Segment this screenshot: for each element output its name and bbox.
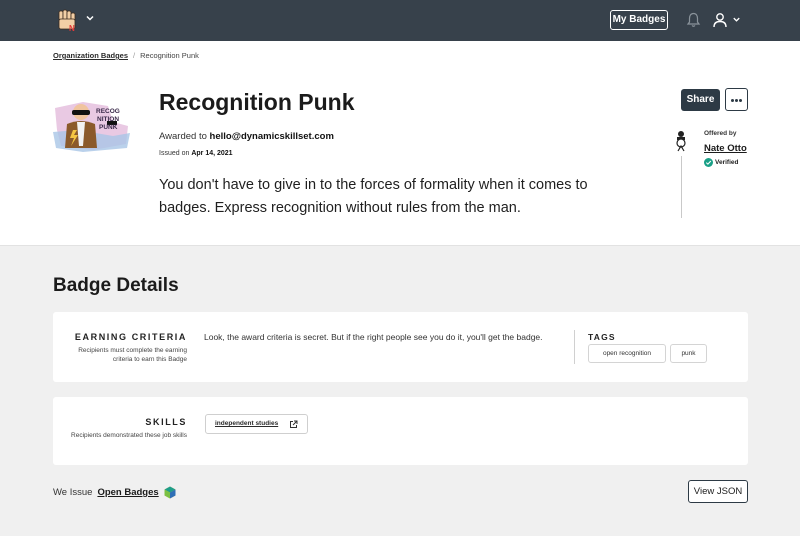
bell-icon[interactable] [686,12,701,28]
offered-by-label: Offered by [704,130,737,137]
more-dot-icon [739,99,742,102]
external-link-icon [290,420,298,428]
issuer-avatar-icon [676,131,686,152]
open-badges-logo-icon [164,486,176,499]
chevron-down-icon[interactable] [732,15,741,24]
open-badges-link[interactable]: Open Badges [97,487,158,498]
badge-image: RECOG NITION PUNK [53,102,130,152]
breadcrumb: Organization Badges / Recognition Punk [53,51,199,60]
badge-image-text-3: PUNK [99,124,118,131]
breadcrumb-current: Recognition Punk [140,51,199,60]
breadcrumb-organization-badges[interactable]: Organization Badges [53,51,128,60]
svg-text:N: N [69,24,75,33]
view-json-button[interactable]: View JSON [688,480,748,503]
skill-independent-studies-link[interactable]: independent studies [205,414,308,434]
tag-punk[interactable]: punk [670,344,707,363]
user-icon[interactable] [712,12,728,28]
awarded-prefix: Awarded to [159,131,210,142]
badge-details-heading: Badge Details [53,275,179,296]
tag-open-recognition[interactable]: open recognition [588,344,666,363]
issued-on: Issued on Apr 14, 2021 [159,150,233,157]
badge-title: Recognition Punk [159,89,355,115]
awarded-to: Awarded to hello@dynamicskillset.com [159,131,334,142]
breadcrumb-separator: / [133,51,136,60]
more-dot-icon [731,99,734,102]
issued-prefix: Issued on [159,150,192,157]
recipient-email: hello@dynamicskillset.com [209,131,334,142]
chevron-down-icon[interactable] [85,13,95,23]
we-issue-label: We Issue [53,487,93,498]
earning-criteria-label: EARNING CRITERIA [74,332,187,342]
badge-image-text-2: NITION [97,116,119,123]
issuer-divider [681,156,682,218]
earning-criteria-text: Look, the award criteria is secret. But … [204,332,543,342]
skills-subtext: Recipients demonstrated these job skills [71,432,187,439]
badge-image-text-1: RECOG [96,108,120,115]
verified-status: Verified [704,158,738,167]
share-button[interactable]: Share [681,89,720,111]
fist-logo-icon[interactable]: N [56,9,78,33]
skills-card: SKILLS Recipients demonstrated these job… [53,397,748,465]
earning-criteria-subtext: Recipients must complete the earning cri… [78,347,187,363]
earning-criteria-card: EARNING CRITERIA Recipients must complet… [53,312,748,382]
tags-label: TAGS [588,332,616,342]
more-options-button[interactable] [725,88,748,111]
issuer-name-link[interactable]: Nate Otto [704,143,747,154]
more-dot-icon [735,99,738,102]
my-badges-button[interactable]: My Badges [610,10,668,30]
skills-label: SKILLS [145,417,187,427]
skill-label: independent studies [215,420,279,427]
verified-label: Verified [715,159,739,166]
issued-date: Apr 14, 2021 [191,150,233,157]
badge-hero: Organization Badges / Recognition Punk REC… [0,41,800,246]
top-nav: N My Badges [0,0,800,41]
badge-description: You don't have to give in to the forces … [159,177,588,216]
we-issue-open-badges: We Issue Open Badges [53,486,176,499]
verified-check-icon [704,158,713,167]
tags-divider [574,330,575,364]
